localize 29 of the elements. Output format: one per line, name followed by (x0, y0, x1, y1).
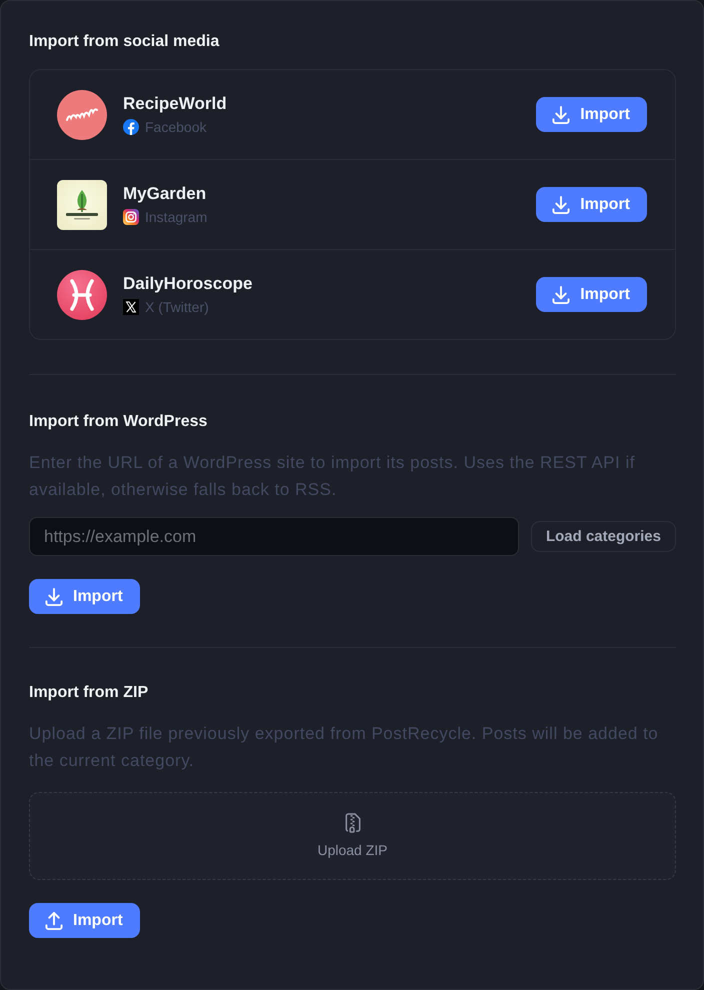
download-icon (552, 196, 570, 214)
account-name: MyGarden (123, 183, 208, 204)
instagram-icon (123, 209, 139, 225)
facebook-icon (123, 119, 139, 135)
import-button[interactable]: Import (536, 277, 647, 312)
section-title: Import from social media (29, 32, 220, 52)
script-avatar-icon (57, 90, 107, 140)
url-input[interactable]: https://example.com (29, 517, 519, 556)
download-icon (552, 106, 570, 124)
load-categories-button[interactable]: Load categories (530, 521, 676, 552)
import-button[interactable]: Import (536, 187, 647, 222)
section-title: Import from ZIP (29, 683, 150, 703)
tree-avatar-icon (57, 180, 107, 230)
account-name: DailyHoroscope (123, 273, 254, 294)
account-name: RecipeWorld (123, 93, 228, 114)
section-title: Import from WordPress (29, 412, 208, 432)
platform-label: Instagram (145, 208, 208, 226)
pisces-avatar-icon (57, 270, 107, 320)
platform-label: Facebook (145, 118, 206, 136)
download-icon (552, 286, 570, 304)
x-logo-icon (123, 299, 139, 315)
import-button[interactable]: Import (29, 579, 140, 614)
upload-dropzone[interactable]: Upload ZIP (29, 792, 676, 880)
upload-icon (45, 912, 63, 930)
zip-file-icon (342, 813, 362, 833)
platform-label: X (Twitter) (145, 298, 209, 316)
import-button[interactable]: Import (536, 97, 647, 132)
download-icon (45, 588, 63, 606)
import-button[interactable]: Import (29, 903, 140, 938)
